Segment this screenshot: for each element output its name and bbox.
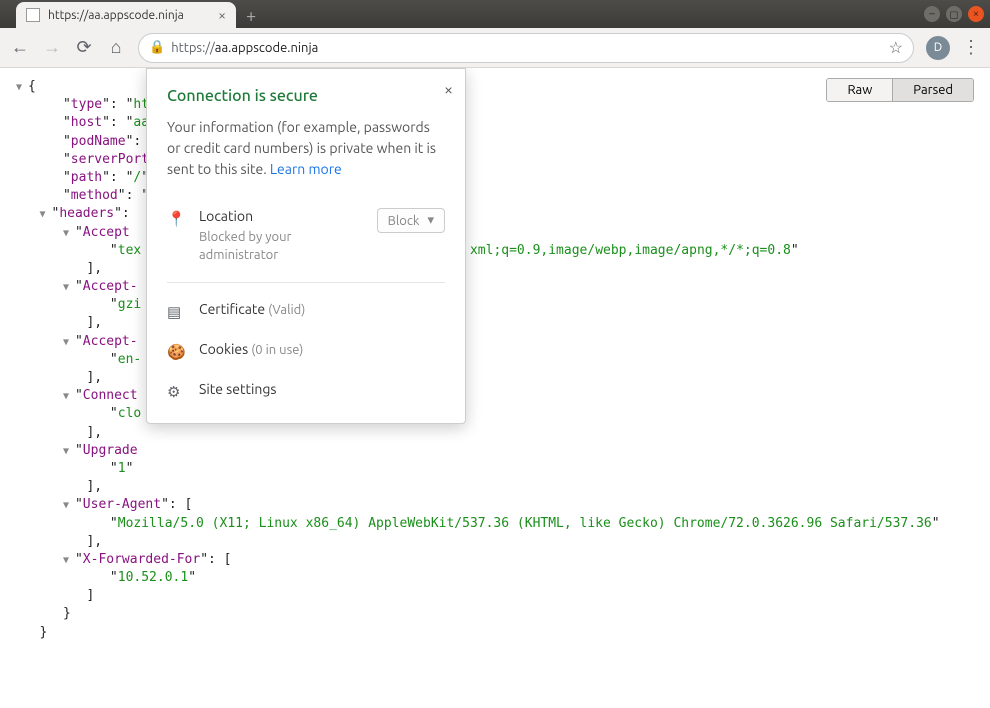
gear-icon: ⚙: [167, 381, 185, 401]
site-info-popup: × Connection is secure Your information …: [146, 68, 466, 424]
json-view-toggle: Raw Parsed: [826, 78, 974, 102]
parsed-tab[interactable]: Parsed: [893, 79, 973, 101]
close-tab-icon[interactable]: ×: [218, 7, 226, 23]
window-titlebar: https://aa.appscode.ninja × + – ◻ ×: [0, 0, 990, 28]
cookies-row[interactable]: 🍪 Cookies (0 in use): [167, 331, 445, 371]
certificate-icon: ▤: [167, 301, 185, 321]
popup-close-icon[interactable]: ×: [444, 81, 453, 99]
location-icon: 📍: [167, 208, 185, 228]
page-content: Raw Parsed ▼{ "type": "ht "host": "aa "p…: [0, 68, 990, 708]
url-host: aa.appscode.ninja: [215, 41, 319, 55]
new-tab-button[interactable]: +: [246, 6, 256, 28]
browser-menu-button[interactable]: ⋮: [962, 37, 980, 58]
home-button[interactable]: ⌂: [106, 37, 126, 58]
window-minimize-button[interactable]: –: [924, 6, 940, 22]
chevron-down-icon: ▾: [427, 213, 434, 228]
location-label: Location: [199, 208, 363, 224]
url-protocol: https://: [171, 41, 215, 55]
cookie-icon: 🍪: [167, 341, 185, 361]
popup-title: Connection is secure: [167, 87, 445, 105]
lock-icon[interactable]: 🔒: [149, 40, 165, 55]
browser-tab[interactable]: https://aa.appscode.ninja ×: [16, 2, 236, 28]
browser-toolbar: ← → ⟳ ⌂ 🔒 https://aa.appscode.ninja ☆ D …: [0, 28, 990, 68]
location-sub: Blocked by your administrator: [199, 228, 363, 264]
window-close-button[interactable]: ×: [968, 6, 984, 22]
reload-button[interactable]: ⟳: [74, 37, 94, 58]
forward-button[interactable]: →: [42, 37, 62, 58]
location-row: 📍 Location Blocked by your administrator…: [167, 198, 445, 274]
window-maximize-button[interactable]: ◻: [946, 6, 962, 22]
popup-description: Your information (for example, passwords…: [167, 117, 445, 180]
back-button[interactable]: ←: [10, 37, 30, 58]
raw-tab[interactable]: Raw: [827, 79, 893, 101]
bookmark-star-icon[interactable]: ☆: [889, 38, 903, 57]
certificate-row[interactable]: ▤ Certificate (Valid): [167, 291, 445, 331]
location-block-dropdown[interactable]: Block▾: [377, 208, 445, 233]
address-bar[interactable]: 🔒 https://aa.appscode.ninja ☆: [138, 33, 914, 63]
tabs-row: https://aa.appscode.ninja × +: [6, 0, 256, 28]
site-settings-row[interactable]: ⚙ Site settings: [167, 371, 445, 411]
tab-title: https://aa.appscode.ninja: [48, 9, 184, 22]
window-controls: – ◻ ×: [924, 6, 984, 22]
profile-avatar[interactable]: D: [926, 36, 950, 60]
page-favicon: [26, 8, 40, 22]
learn-more-link[interactable]: Learn more: [270, 161, 342, 177]
